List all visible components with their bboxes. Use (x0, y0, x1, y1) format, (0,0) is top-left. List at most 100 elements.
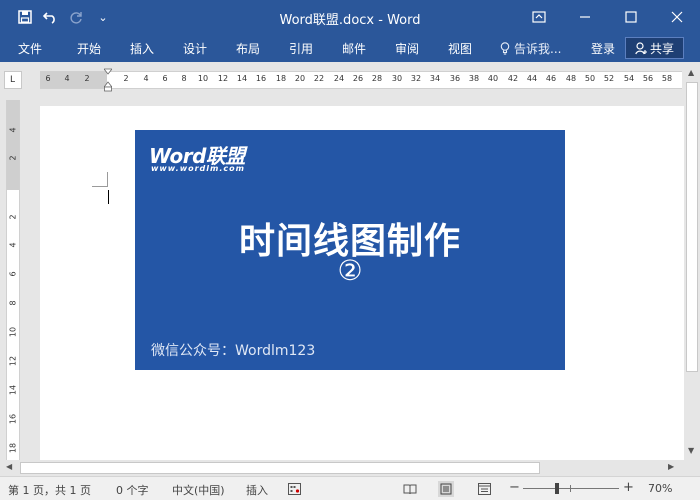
zoom-slider-center-mark (570, 485, 571, 492)
ruler-tick: 2 (8, 214, 18, 220)
close-button[interactable] (654, 0, 700, 34)
ruler-tick: 26 (352, 74, 364, 83)
redo-button[interactable] (66, 6, 88, 28)
tab-layout[interactable]: 布局 (236, 40, 260, 57)
person-icon (635, 41, 647, 54)
ruler-tick: 46 (545, 74, 557, 83)
ruler-tick: 22 (313, 74, 325, 83)
ruler-tick: 12 (8, 355, 18, 367)
page-count[interactable]: 第 1 页，共 1 页 (8, 482, 91, 498)
ruler-margin-top (7, 100, 19, 190)
web-layout-icon (477, 483, 491, 495)
chevron-down-icon: ⌄ (98, 10, 108, 24)
horizontal-scrollbar[interactable]: ◀ ▶ (0, 460, 700, 476)
ruler-tick: 28 (371, 74, 383, 83)
indent-marker[interactable] (104, 68, 112, 92)
ruler-tick: 36 (449, 74, 461, 83)
zoom-out-button[interactable]: − (509, 480, 520, 495)
scroll-right-icon[interactable]: ▶ (668, 462, 674, 471)
zoom-in-button[interactable]: + (623, 480, 634, 495)
ruler-tick: 54 (623, 74, 635, 83)
insert-mode-indicator[interactable]: 插入 (246, 482, 268, 498)
ruler-tick: 4 (8, 127, 18, 133)
banner-image[interactable]: Word联盟 www.wordlm.com 时间线图制作 ② 微信公众号：Wor… (135, 130, 565, 370)
redo-icon (70, 12, 82, 24)
title-bar: ⌄ Word联盟.docx - Word (0, 0, 700, 34)
ribbon-display-icon (532, 11, 546, 23)
ruler-tick: 4 (64, 74, 70, 83)
lightbulb-icon (500, 42, 510, 55)
tab-references[interactable]: 引用 (289, 40, 313, 57)
zoom-slider[interactable] (523, 488, 619, 489)
ruler-tick: 10 (8, 326, 18, 338)
ruler-tick: 2 (123, 74, 129, 83)
minimize-button[interactable] (562, 0, 608, 34)
tab-file[interactable]: 文件 (18, 40, 42, 57)
language-indicator[interactable]: 中文(中国) (172, 482, 225, 498)
ruler-tick: 6 (162, 74, 168, 83)
ruler-tick: 40 (487, 74, 499, 83)
tab-design[interactable]: 设计 (183, 40, 207, 57)
ruler-tick: 24 (333, 74, 345, 83)
tab-mailings[interactable]: 邮件 (342, 40, 366, 57)
vertical-scrollbar[interactable]: ▲ ▼ (684, 62, 700, 460)
ruler-tick: 2 (84, 74, 90, 83)
ruler-tick: 38 (468, 74, 480, 83)
tab-selector-button[interactable]: L (4, 71, 22, 89)
share-button[interactable]: 共享 (625, 37, 684, 59)
vertical-ruler[interactable]: 4 2 2 4 6 8 10 12 14 16 18 (6, 100, 20, 460)
save-button[interactable] (14, 6, 36, 28)
share-label: 共享 (649, 41, 674, 56)
ruler-tick: 34 (429, 74, 441, 83)
ribbon-tabs: 文件 开始 插入 设计 布局 引用 邮件 审阅 视图 告诉我... 登录 共享 (0, 34, 700, 62)
tab-home[interactable]: 开始 (77, 40, 101, 57)
ruler-tick: 20 (294, 74, 306, 83)
ruler-tick: 56 (642, 74, 654, 83)
tab-view[interactable]: 视图 (448, 40, 472, 57)
window-title: Word联盟.docx - Word (279, 13, 421, 28)
maximize-icon (625, 11, 637, 23)
ruler-tick: 42 (507, 74, 519, 83)
ruler-tick: 50 (584, 74, 596, 83)
ruler-tick: 8 (8, 300, 18, 306)
ruler-tick: 52 (603, 74, 615, 83)
maximize-button[interactable] (608, 0, 654, 34)
macro-icon (287, 483, 301, 495)
macro-record-button[interactable] (286, 481, 302, 497)
undo-icon (43, 12, 55, 24)
undo-button[interactable] (40, 6, 62, 28)
ruler-tick: 30 (391, 74, 403, 83)
scroll-up-icon[interactable]: ▲ (688, 68, 694, 77)
print-layout-icon (440, 483, 452, 495)
zoom-level[interactable]: 70% (648, 482, 672, 495)
ruler-tick: 44 (526, 74, 538, 83)
ruler-tick: 16 (8, 413, 18, 425)
horizontal-ruler[interactable]: 6 4 2 2 4 6 8 10 12 14 16 18 20 22 24 26… (40, 71, 682, 89)
word-count[interactable]: 0 个字 (116, 482, 149, 498)
ruler-tick: 14 (8, 384, 18, 396)
customize-qat-button[interactable]: ⌄ (92, 6, 114, 28)
read-mode-button[interactable] (402, 481, 418, 497)
banner-number: ② (337, 254, 363, 287)
web-layout-button[interactable] (476, 481, 492, 497)
print-layout-button[interactable] (438, 481, 454, 497)
book-icon (403, 484, 417, 495)
ruler-tick: 4 (143, 74, 149, 83)
ruler-tick: 14 (236, 74, 248, 83)
ribbon-display-options-button[interactable] (516, 0, 562, 34)
tell-me-search[interactable]: 告诉我... (500, 40, 561, 57)
minimize-icon (580, 16, 590, 18)
scroll-left-icon[interactable]: ◀ (6, 462, 12, 471)
ruler-tick: 18 (8, 442, 18, 454)
login-link[interactable]: 登录 (591, 40, 615, 57)
margin-crop-mark (107, 172, 108, 186)
scroll-down-icon[interactable]: ▼ (688, 446, 694, 455)
tab-review[interactable]: 审阅 (395, 40, 419, 57)
status-bar: 第 1 页，共 1 页 0 个字 中文(中国) 插入 − + 70% (0, 476, 700, 500)
vertical-scroll-thumb[interactable] (686, 82, 698, 372)
zoom-slider-thumb[interactable] (554, 483, 559, 494)
window-controls (516, 0, 700, 34)
horizontal-scroll-thumb[interactable] (20, 462, 540, 474)
ruler-tick: 10 (197, 74, 209, 83)
tab-insert[interactable]: 插入 (130, 40, 154, 57)
